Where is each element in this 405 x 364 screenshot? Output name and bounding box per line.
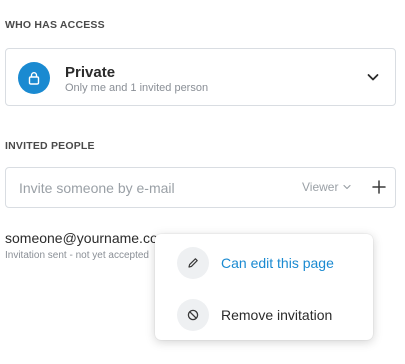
add-invite-icon[interactable] [370,178,388,196]
role-dropdown-value: Viewer [302,180,339,194]
lock-icon [18,62,50,94]
chevron-down-icon[interactable] [365,69,381,85]
invitee-options-menu: Can edit this page Remove invitation [155,234,373,340]
chevron-down-icon [343,184,352,190]
who-has-access-heading: WHO HAS ACCESS [5,19,105,31]
invited-people-heading: INVITED PEOPLE [5,140,95,152]
access-level-selector[interactable]: Private Only me and 1 invited person [5,48,396,106]
role-dropdown[interactable]: Viewer [302,180,352,194]
invitee-status: Invitation sent - not yet accepted [5,250,149,261]
block-icon [177,299,209,331]
invite-email-input[interactable] [19,168,289,207]
pencil-icon [177,247,209,279]
menu-item-label: Can edit this page [221,255,334,271]
invitee-email: someone@yourname.com [5,230,170,246]
access-level-subtitle: Only me and 1 invited person [65,82,209,94]
menu-item-label: Remove invitation [221,307,333,323]
access-level-title: Private [65,64,116,81]
menu-item-can-edit[interactable]: Can edit this page [155,240,373,286]
menu-item-remove-invitation[interactable]: Remove invitation [155,292,373,338]
invite-field-container: Viewer [5,167,396,208]
